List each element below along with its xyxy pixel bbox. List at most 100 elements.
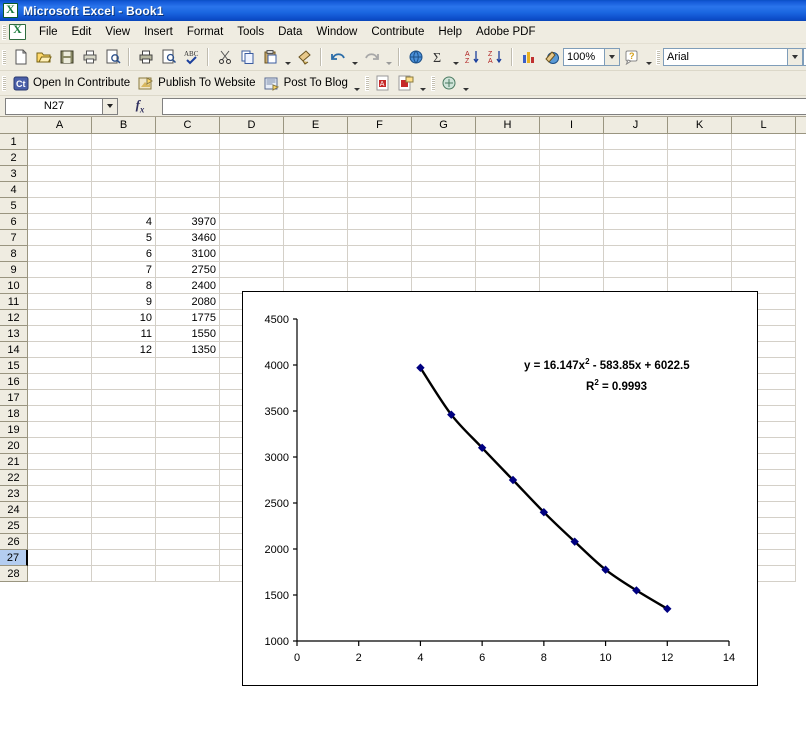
cell-B10[interactable]: 8: [92, 278, 156, 294]
pdf-options-chevron-down-icon[interactable]: [418, 69, 429, 97]
cell-B2[interactable]: [92, 150, 156, 166]
document-excel-icon[interactable]: [9, 24, 26, 40]
cell-D9[interactable]: [220, 262, 284, 278]
cell-C2[interactable]: [156, 150, 220, 166]
cell-D5[interactable]: [220, 198, 284, 214]
cell-J4[interactable]: [604, 182, 668, 198]
cell-H5[interactable]: [476, 198, 540, 214]
column-header-h[interactable]: H: [476, 117, 540, 133]
menu-edit[interactable]: Edit: [65, 23, 99, 41]
cell-L9[interactable]: [732, 262, 796, 278]
zoom-chevron-down-icon[interactable]: [605, 48, 620, 66]
cell-I3[interactable]: [540, 166, 604, 182]
sort-descending-icon[interactable]: ZA: [484, 46, 507, 68]
paste-options-chevron-down-icon[interactable]: [282, 43, 293, 71]
row-header-15[interactable]: 15: [0, 358, 28, 374]
table-row[interactable]: [28, 198, 806, 214]
pdf-toolbar-grip[interactable]: [365, 76, 369, 91]
cell-J1[interactable]: [604, 134, 668, 150]
cell-C27[interactable]: [156, 550, 220, 566]
insert-function-icon[interactable]: fx: [118, 97, 162, 115]
row-header-26[interactable]: 26: [0, 534, 28, 550]
cell-E1[interactable]: [284, 134, 348, 150]
cell-E5[interactable]: [284, 198, 348, 214]
cell-L6[interactable]: [732, 214, 796, 230]
cell-I4[interactable]: [540, 182, 604, 198]
cell-H6[interactable]: [476, 214, 540, 230]
cell-A16[interactable]: [28, 374, 92, 390]
cell-F8[interactable]: [348, 246, 412, 262]
cell-C8[interactable]: 3100: [156, 246, 220, 262]
cell-D1[interactable]: [220, 134, 284, 150]
cell-H1[interactable]: [476, 134, 540, 150]
cell-A3[interactable]: [28, 166, 92, 182]
cell-J5[interactable]: [604, 198, 668, 214]
cell-A2[interactable]: [28, 150, 92, 166]
column-header-g[interactable]: G: [412, 117, 476, 133]
cell-I1[interactable]: [540, 134, 604, 150]
undo-icon[interactable]: [326, 46, 349, 68]
cell-K3[interactable]: [668, 166, 732, 182]
cell-C12[interactable]: 1775: [156, 310, 220, 326]
cell-E6[interactable]: [284, 214, 348, 230]
row-header-22[interactable]: 22: [0, 470, 28, 486]
table-row[interactable]: 43970: [28, 214, 806, 230]
cell-G2[interactable]: [412, 150, 476, 166]
row-header-19[interactable]: 19: [0, 422, 28, 438]
cell-A27[interactable]: [28, 550, 92, 566]
cell-C19[interactable]: [156, 422, 220, 438]
cell-C10[interactable]: 2400: [156, 278, 220, 294]
row-header-25[interactable]: 25: [0, 518, 28, 534]
cell-C15[interactable]: [156, 358, 220, 374]
menu-tools[interactable]: Tools: [230, 23, 271, 41]
undo-chevron-down-icon[interactable]: [349, 43, 360, 71]
row-header-21[interactable]: 21: [0, 454, 28, 470]
row-header-4[interactable]: 4: [0, 182, 28, 198]
cell-A8[interactable]: [28, 246, 92, 262]
row-header-9[interactable]: 9: [0, 262, 28, 278]
cell-C14[interactable]: 1350: [156, 342, 220, 358]
cell-J3[interactable]: [604, 166, 668, 182]
cell-C25[interactable]: [156, 518, 220, 534]
cell-B6[interactable]: 4: [92, 214, 156, 230]
cell-C13[interactable]: 1550: [156, 326, 220, 342]
cell-B18[interactable]: [92, 406, 156, 422]
cell-B12[interactable]: 10: [92, 310, 156, 326]
cell-B19[interactable]: [92, 422, 156, 438]
cell-D4[interactable]: [220, 182, 284, 198]
standard-toolbar-grip[interactable]: [2, 50, 6, 65]
cell-L5[interactable]: [732, 198, 796, 214]
cell-B1[interactable]: [92, 134, 156, 150]
paste-icon[interactable]: [259, 46, 282, 68]
font-name-chevron-down-icon[interactable]: [788, 48, 803, 66]
drawing-icon[interactable]: [540, 46, 563, 68]
table-row[interactable]: 53460: [28, 230, 806, 246]
cell-C24[interactable]: [156, 502, 220, 518]
acrobat-comments-grip[interactable]: [431, 76, 435, 91]
row-header-10[interactable]: 10: [0, 278, 28, 294]
cell-B27[interactable]: [92, 550, 156, 566]
open-in-contribute-button[interactable]: Ct Open In Contribute: [9, 72, 134, 94]
menu-help[interactable]: Help: [431, 23, 469, 41]
cell-B22[interactable]: [92, 470, 156, 486]
cell-E3[interactable]: [284, 166, 348, 182]
menu-insert[interactable]: Insert: [137, 23, 180, 41]
autosum-chevron-down-icon[interactable]: [450, 43, 461, 71]
table-row[interactable]: [28, 134, 806, 150]
menu-window[interactable]: Window: [309, 23, 364, 41]
table-row[interactable]: [28, 166, 806, 182]
cell-H2[interactable]: [476, 150, 540, 166]
cell-F4[interactable]: [348, 182, 412, 198]
open-icon[interactable]: [32, 46, 55, 68]
cell-G8[interactable]: [412, 246, 476, 262]
cell-I5[interactable]: [540, 198, 604, 214]
cell-I7[interactable]: [540, 230, 604, 246]
cell-F5[interactable]: [348, 198, 412, 214]
post-to-blog-button[interactable]: Post To Blog: [260, 72, 352, 94]
row-header-16[interactable]: 16: [0, 374, 28, 390]
cell-B5[interactable]: [92, 198, 156, 214]
cell-E2[interactable]: [284, 150, 348, 166]
cell-G1[interactable]: [412, 134, 476, 150]
column-header-k[interactable]: K: [668, 117, 732, 133]
help-chevron-down-icon[interactable]: [643, 43, 654, 71]
